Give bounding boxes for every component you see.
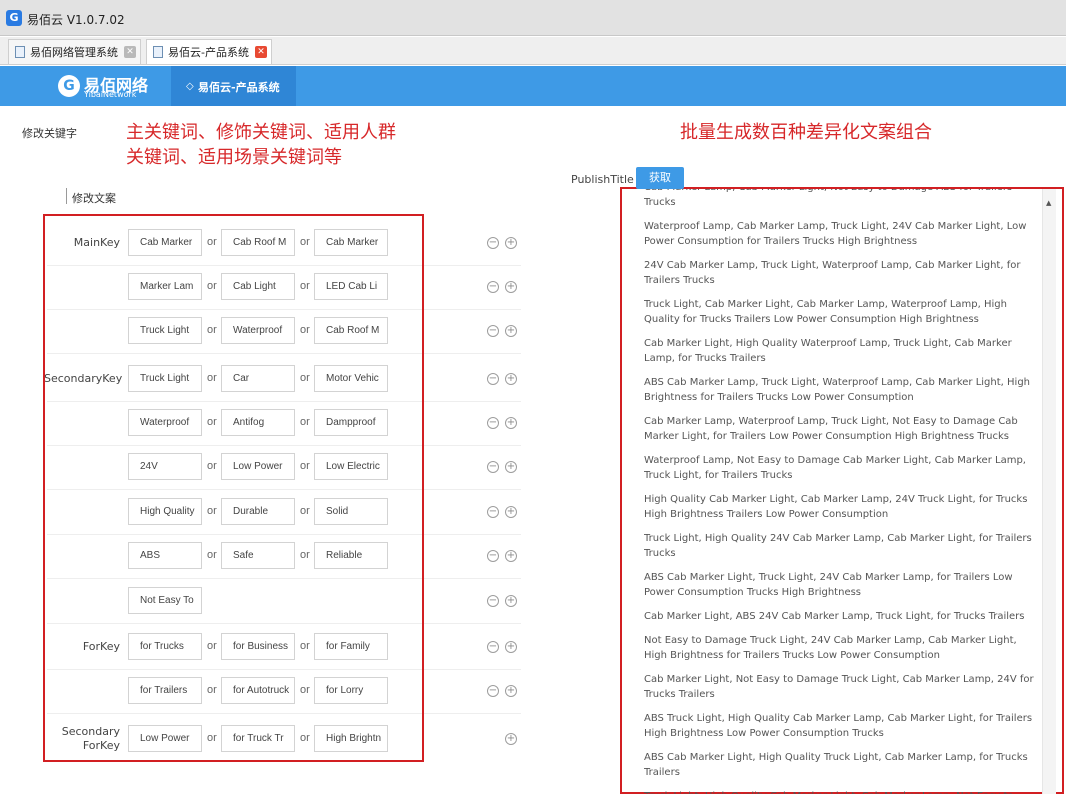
close-icon[interactable]: ✕ [124,46,136,58]
remove-row-icon[interactable]: − [487,325,499,337]
generated-title-item[interactable]: Cab Marker Lamp, Cab Marker Light, Not E… [644,189,1040,210]
close-icon[interactable]: ✕ [254,46,267,58]
generated-title-item[interactable]: Waterproof Lamp, Not Easy to Damage Cab … [644,453,1040,483]
annotation-left-line2: 关键词、适用场景关键词等 [126,147,342,168]
add-row-icon[interactable]: + [505,417,517,429]
add-row-icon[interactable]: + [505,595,517,607]
nav-item-label: 易佰云-产品系统 [198,81,280,94]
edit-copy-label: 修改文案 [72,192,116,205]
remove-row-icon[interactable]: − [487,685,499,697]
generated-title-item[interactable]: Cab Marker Light, Not Easy to Damage Tru… [644,672,1040,702]
fetch-button[interactable]: 获取 [636,167,684,189]
remove-row-icon[interactable]: − [487,506,499,518]
remove-row-icon[interactable]: − [487,373,499,385]
add-row-icon[interactable]: + [505,237,517,249]
add-row-icon[interactable]: + [505,506,517,518]
generated-title-item[interactable]: Truck Light, High Quality 24V Cab Marker… [644,531,1040,561]
generated-title-item[interactable]: Cab Marker Light, High Quality Waterproo… [644,336,1040,366]
tab-label: 易佰云-产品系统 [168,46,249,59]
add-row-icon[interactable]: + [505,641,517,653]
document-icon [153,46,163,58]
diamond-icon: ◇ [186,81,194,92]
window-title: 易佰云 V1.0.7.02 [27,13,125,27]
annotation-left-line1: 主关键词、修饰关键词、适用人群 [126,122,396,143]
tab-product-system[interactable]: 易佰云-产品系统 ✕ [146,39,272,64]
logo-icon: G [58,75,80,97]
brand-logo: G 易佰网络 YibaiNetwork [58,73,170,100]
generated-titles-list[interactable]: Cab Marker Lamp, Cab Marker Light, Not E… [644,189,1040,794]
remove-row-icon[interactable]: − [487,550,499,562]
scroll-up-icon[interactable]: ▲ [1046,199,1051,207]
generated-title-item[interactable]: Not Easy to Damage Truck Light, 24V Cab … [644,633,1040,663]
yibai-logo-icon: G [6,10,22,26]
add-row-icon[interactable]: + [505,325,517,337]
add-row-icon[interactable]: + [505,685,517,697]
nav-item-product-system[interactable]: ◇ 易佰云-产品系统 [171,66,296,106]
logo-subtitle: YibaiNetwork [84,90,137,99]
tab-management-system[interactable]: 易佰网络管理系统 ✕ [8,39,141,64]
add-row-icon[interactable]: + [505,550,517,562]
keyword-highlight-box [43,214,424,762]
tab-strip: 易佰网络管理系统 ✕ 易佰云-产品系统 ✕ [0,37,1066,65]
generated-title-item[interactable]: Truck Light, Cab Marker Light, Cab Marke… [644,297,1040,327]
generated-title-item[interactable]: 24V Cab Marker Lamp, Truck Light, Waterp… [644,258,1040,288]
edit-keywords-label: 修改关键字 [22,127,77,140]
add-row-icon[interactable]: + [505,733,517,745]
window-titlebar: G 易佰云 V1.0.7.02 [0,0,1066,36]
generated-title-item[interactable]: ABS Cab Marker Light, High Quality Truck… [644,750,1040,780]
remove-row-icon[interactable]: − [487,595,499,607]
generated-title-item[interactable]: ABS Cab Marker Light, Truck Light, 24V C… [644,570,1040,600]
add-row-icon[interactable]: + [505,281,517,293]
generated-title-item[interactable]: Waterproof Lamp, Cab Marker Lamp, Truck … [644,219,1040,249]
section-divider [66,188,67,204]
generated-title-item[interactable]: Truck Light, High Quality Cab Marker Lig… [644,789,1040,794]
publish-title-label: PublishTitle [571,173,634,186]
document-icon [15,46,25,58]
generated-title-item[interactable]: Cab Marker Lamp, Waterproof Lamp, Truck … [644,414,1040,444]
add-row-icon[interactable]: + [505,373,517,385]
generated-title-item[interactable]: ABS Truck Light, High Quality Cab Marker… [644,711,1040,741]
annotation-right: 批量生成数百种差异化文案组合 [680,122,932,143]
results-scrollbar[interactable]: ▲ [1042,189,1056,794]
remove-row-icon[interactable]: − [487,461,499,473]
remove-row-icon[interactable]: − [487,641,499,653]
app-header: G 易佰网络 YibaiNetwork ◇ 易佰云-产品系统 [0,66,1066,106]
generated-title-item[interactable]: High Quality Cab Marker Light, Cab Marke… [644,492,1040,522]
app-window: G 易佰云 V1.0.7.02 易佰网络管理系统 ✕ 易佰云-产品系统 ✕ G … [0,0,1066,794]
remove-row-icon[interactable]: − [487,417,499,429]
generated-title-item[interactable]: Cab Marker Light, ABS 24V Cab Marker Lam… [644,609,1040,624]
remove-row-icon[interactable]: − [487,281,499,293]
remove-row-icon[interactable]: − [487,237,499,249]
generated-title-item[interactable]: ABS Cab Marker Lamp, Truck Light, Waterp… [644,375,1040,405]
tab-label: 易佰网络管理系统 [30,46,118,59]
add-row-icon[interactable]: + [505,461,517,473]
